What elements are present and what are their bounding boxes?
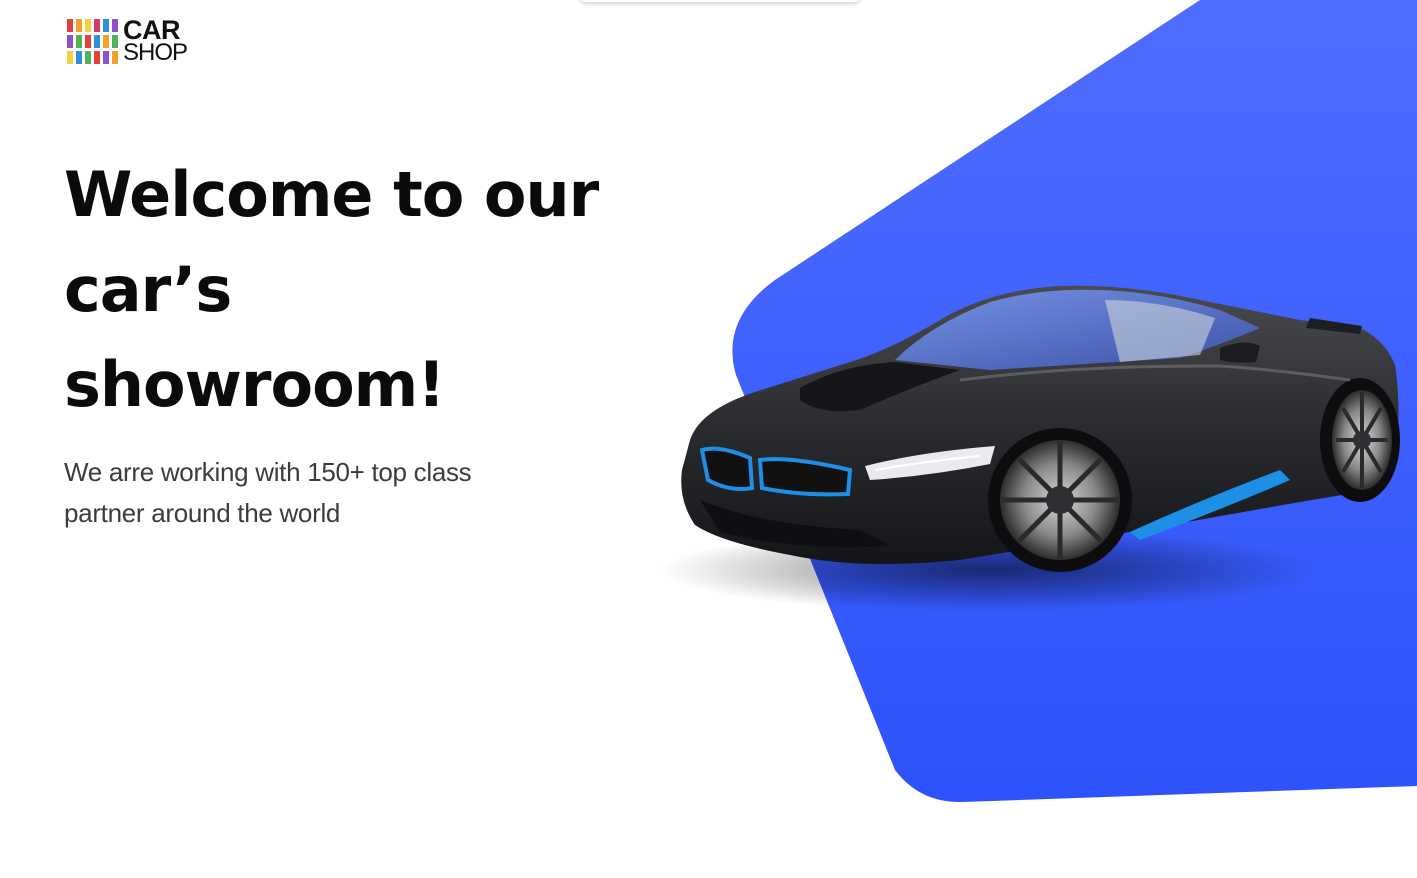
sports-car-image (660, 285, 1400, 612)
headline-line-1: Welcome to our (64, 158, 599, 231)
logo-text-shop: SHOP (123, 39, 188, 66)
logo-mark-icon (67, 19, 118, 64)
hero-headline: Welcome to our car’s showroom! (64, 147, 624, 432)
car-shop-logo[interactable]: CAR SHOP (67, 17, 188, 66)
headline-line-3: showroom! (64, 348, 446, 421)
hero-subtitle: We arre working with 150+ top class part… (64, 457, 472, 528)
headline-line-2: car’s (64, 253, 232, 326)
